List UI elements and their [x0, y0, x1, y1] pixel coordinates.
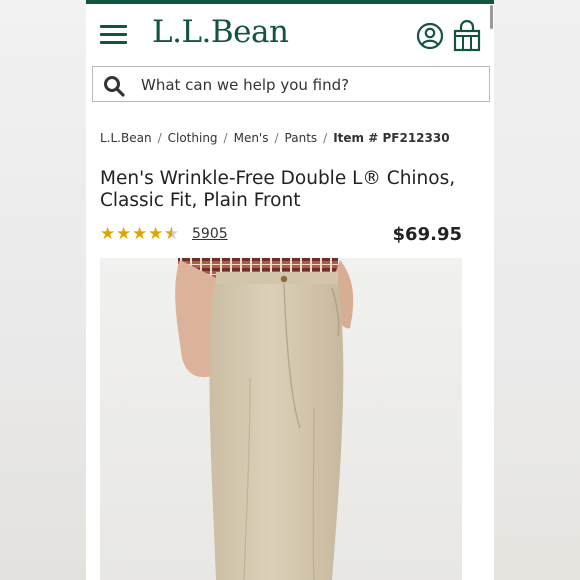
product-title-line-1: Men's Wrinkle-Free Double L® Chinos, — [100, 168, 456, 189]
product-rating[interactable]: ★ ★ ★ ★ ★ 5905 — [100, 224, 228, 244]
blurred-background-left — [0, 0, 86, 580]
star-icon: ★ — [132, 224, 148, 244]
review-count-link[interactable]: 5905 — [192, 226, 228, 242]
star-icon: ★ — [148, 224, 164, 244]
search-icon[interactable] — [103, 75, 125, 97]
top-accent-bar — [86, 0, 494, 4]
product-image[interactable] — [100, 258, 462, 580]
breadcrumb-separator: / — [323, 131, 328, 145]
item-number: Item # PF212330 — [333, 131, 450, 145]
scrollbar[interactable] — [490, 5, 493, 29]
hamburger-menu-icon[interactable] — [100, 24, 128, 46]
blurred-background-right — [494, 0, 580, 580]
product-title: Men's Wrinkle-Free Double L® Chinos, Cla… — [100, 168, 485, 212]
breadcrumb-separator: / — [274, 131, 279, 145]
star-icon: ★ — [116, 224, 132, 244]
mobile-page: L.L.Bean L.L.Bean / Clothing / Men's / Pants / I… — [86, 0, 494, 580]
shopping-bag-icon[interactable] — [452, 19, 482, 52]
rating-stars: ★ ★ ★ ★ ★ — [100, 224, 180, 244]
breadcrumb-separator: / — [223, 131, 228, 145]
search-input[interactable] — [139, 67, 483, 103]
product-price: $69.95 — [392, 224, 462, 245]
breadcrumb: L.L.Bean / Clothing / Men's / Pants / Item # PF2… — [100, 131, 450, 145]
star-icon: ★ — [100, 224, 116, 244]
breadcrumb-home[interactable]: L.L.Bean — [100, 131, 152, 145]
account-icon[interactable] — [416, 22, 444, 50]
llbean-logo[interactable]: L.L.Bean — [152, 14, 289, 50]
breadcrumb-pants[interactable]: Pants — [285, 131, 318, 145]
half-star-icon: ★ — [164, 224, 180, 244]
breadcrumb-mens[interactable]: Men's — [234, 131, 269, 145]
breadcrumb-separator: / — [157, 131, 162, 145]
search-bar[interactable] — [92, 66, 490, 103]
breadcrumb-clothing[interactable]: Clothing — [168, 131, 218, 145]
product-title-line-2: Classic Fit, Plain Front — [100, 190, 301, 211]
